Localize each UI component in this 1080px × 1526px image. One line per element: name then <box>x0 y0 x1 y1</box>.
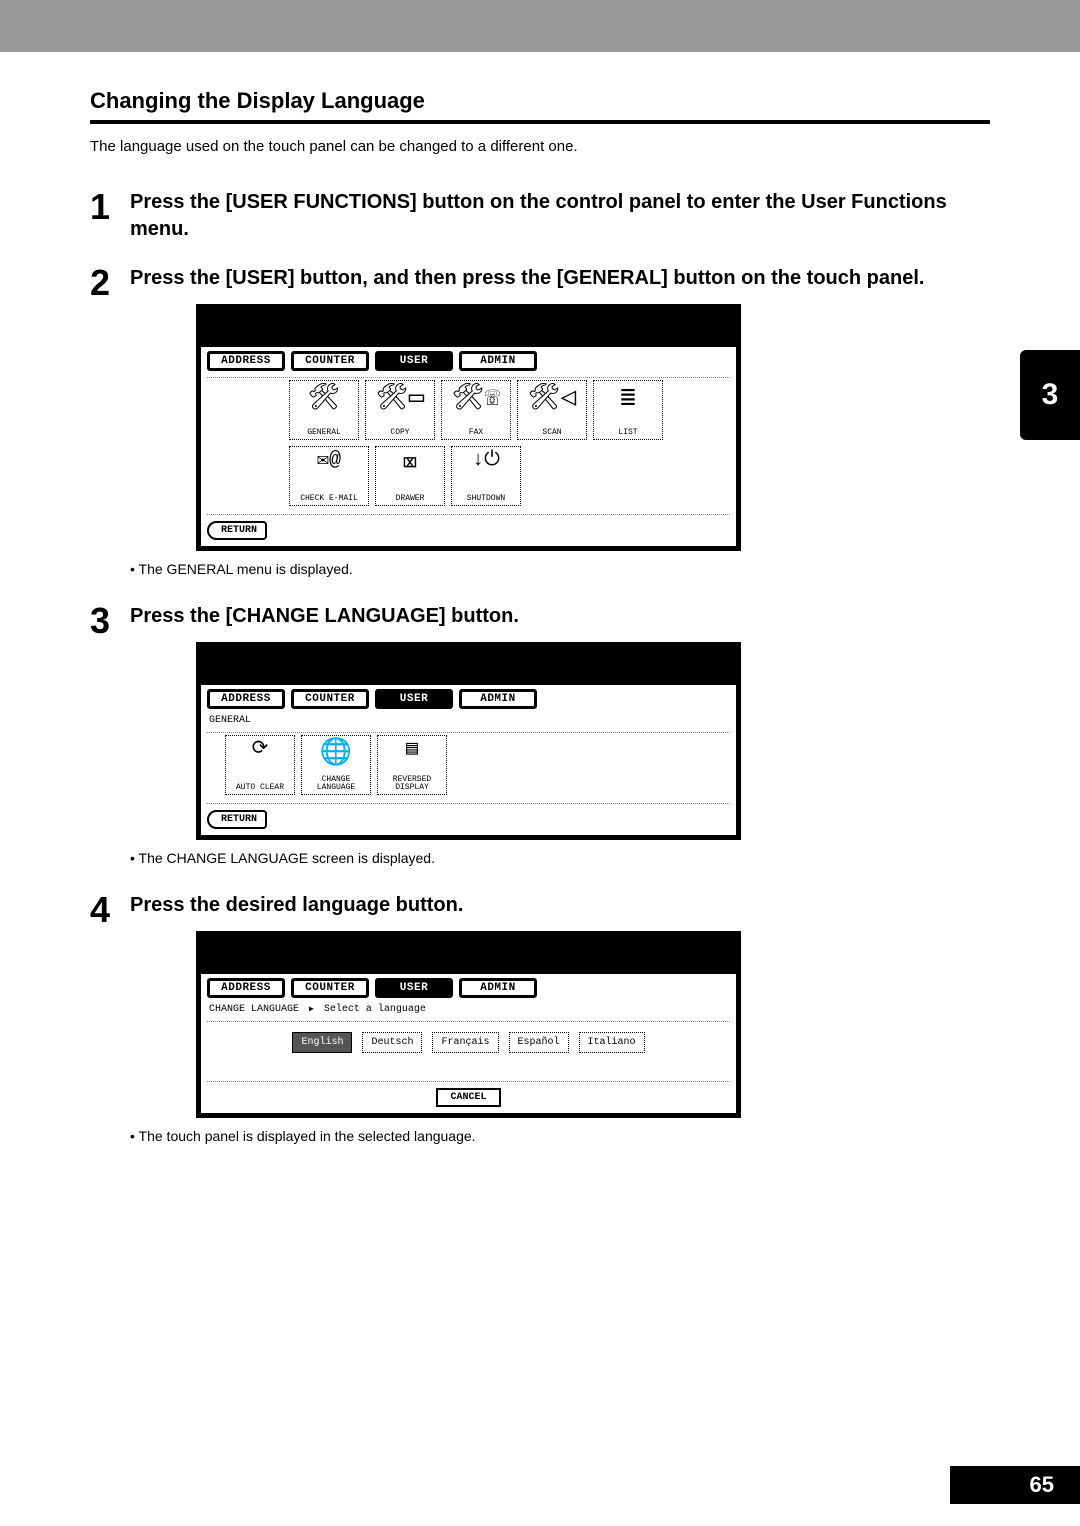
intro-text: The language used on the touch panel can… <box>90 138 990 155</box>
step-number: 1 <box>90 189 130 255</box>
auto-clear-icon: ⟳ <box>252 740 269 760</box>
fax-button[interactable]: 🛠︎☏ FAX <box>441 380 511 440</box>
icon-label: FAX <box>469 429 483 437</box>
touch-panel-screenshot-1: ADDRESS COUNTER USER ADMIN 🛠︎ GENERAL 🛠︎… <box>196 304 741 551</box>
header-gap <box>0 52 1080 88</box>
change-language-button[interactable]: 🌐 CHANGE LANGUAGE <box>301 735 371 795</box>
email-icon: ✉@ <box>317 451 341 471</box>
wrench-doc-icon: 🛠︎▭ <box>376 385 425 411</box>
tab-admin[interactable]: ADMIN <box>459 978 537 998</box>
general-button[interactable]: 🛠︎ GENERAL <box>289 380 359 440</box>
step-2: 2 Press the [USER] button, and then pres… <box>90 265 990 593</box>
tab-counter[interactable]: COUNTER <box>291 351 369 371</box>
step-text: Press the [USER] button, and then press … <box>130 265 990 292</box>
icon-label: SCAN <box>542 429 561 437</box>
language-francais-button[interactable]: Français <box>432 1032 498 1053</box>
shutdown-icon: ↓⏻ <box>472 451 500 471</box>
return-button[interactable]: RETURN <box>207 521 267 540</box>
list-icon: ≣ <box>620 385 636 411</box>
page-number: 65 <box>950 1466 1080 1504</box>
sub-heading: GENERAL <box>209 715 730 726</box>
auto-clear-button[interactable]: ⟳ AUTO CLEAR <box>225 735 295 795</box>
tab-admin[interactable]: ADMIN <box>459 351 537 371</box>
tab-address[interactable]: ADDRESS <box>207 351 285 371</box>
step-text: Press the [USER FUNCTIONS] button on the… <box>130 189 990 243</box>
language-espanol-button[interactable]: Español <box>509 1032 569 1053</box>
tab-user[interactable]: USER <box>375 978 453 998</box>
globe-icon: 🌐 <box>320 740 352 766</box>
wrench-phone-icon: 🛠︎☏ <box>452 385 501 411</box>
copy-button[interactable]: 🛠︎▭ COPY <box>365 380 435 440</box>
touch-panel-screenshot-3: ADDRESS COUNTER USER ADMIN CHANGE LANGUA… <box>196 931 741 1118</box>
step-note: The touch panel is displayed in the sele… <box>130 1128 990 1144</box>
icon-grid: 🛠︎ GENERAL 🛠︎▭ COPY 🛠︎☏ FAX 🛠︎◁ <box>207 377 730 515</box>
icon-label: DRAWER <box>396 495 425 503</box>
icon-label: LIST <box>618 429 637 437</box>
step-note: The GENERAL menu is displayed. <box>130 561 990 577</box>
reversed-display-button[interactable]: ▤ REVERSED DISPLAY <box>377 735 447 795</box>
drawer-icon: ⌧ <box>402 451 418 477</box>
breadcrumb-title: CHANGE LANGUAGE <box>209 1004 299 1015</box>
wrench-scan-icon: 🛠︎◁ <box>528 385 577 411</box>
icon-label: SHUTDOWN <box>467 495 505 503</box>
step-text: Press the [CHANGE LANGUAGE] button. <box>130 603 990 630</box>
drawer-button[interactable]: ⌧ DRAWER <box>375 446 445 506</box>
cancel-button[interactable]: CANCEL <box>436 1088 500 1107</box>
tab-user[interactable]: USER <box>375 689 453 709</box>
step-4: 4 Press the desired language button. ADD… <box>90 892 990 1160</box>
tab-address[interactable]: ADDRESS <box>207 978 285 998</box>
breadcrumb: CHANGE LANGUAGE Select a language <box>209 1004 730 1015</box>
section-title: Changing the Display Language <box>90 88 990 124</box>
return-button[interactable]: RETURN <box>207 810 267 829</box>
step-text: Press the desired language button. <box>130 892 990 919</box>
top-gray-bar <box>0 0 1080 52</box>
chevron-right-icon <box>305 1004 318 1015</box>
tab-admin[interactable]: ADMIN <box>459 689 537 709</box>
tab-row: ADDRESS COUNTER USER ADMIN <box>207 978 730 998</box>
icon-label: AUTO CLEAR <box>236 784 284 792</box>
language-italiano-button[interactable]: Italiano <box>579 1032 645 1053</box>
step-number: 3 <box>90 603 130 882</box>
reversed-display-icon: ▤ <box>406 740 418 760</box>
tab-counter[interactable]: COUNTER <box>291 978 369 998</box>
tab-address[interactable]: ADDRESS <box>207 689 285 709</box>
check-email-button[interactable]: ✉@ CHECK E-MAIL <box>289 446 369 506</box>
tab-row: ADDRESS COUNTER USER ADMIN <box>207 689 730 709</box>
step-number: 2 <box>90 265 130 593</box>
icon-label: GENERAL <box>307 429 341 437</box>
shutdown-button[interactable]: ↓⏻ SHUTDOWN <box>451 446 521 506</box>
icon-label: COPY <box>390 429 409 437</box>
language-english-button[interactable]: English <box>292 1032 352 1053</box>
icon-label: REVERSED DISPLAY <box>393 776 431 792</box>
language-row: English Deutsch Français Español Italian… <box>207 1021 730 1082</box>
tab-user[interactable]: USER <box>375 351 453 371</box>
scan-button[interactable]: 🛠︎◁ SCAN <box>517 380 587 440</box>
icon-grid: ⟳ AUTO CLEAR 🌐 CHANGE LANGUAGE ▤ REVERSE… <box>207 732 730 804</box>
breadcrumb-prompt: Select a language <box>324 1004 426 1015</box>
wrench-papers-icon: 🛠︎ <box>307 385 340 411</box>
icon-label: CHECK E-MAIL <box>300 495 358 503</box>
tab-counter[interactable]: COUNTER <box>291 689 369 709</box>
icon-label: CHANGE LANGUAGE <box>317 776 355 792</box>
touch-panel-screenshot-2: ADDRESS COUNTER USER ADMIN GENERAL ⟳ AUT… <box>196 642 741 840</box>
step-3: 3 Press the [CHANGE LANGUAGE] button. AD… <box>90 603 990 882</box>
language-deutsch-button[interactable]: Deutsch <box>362 1032 422 1053</box>
list-button[interactable]: ≣ LIST <box>593 380 663 440</box>
step-note: The CHANGE LANGUAGE screen is displayed. <box>130 850 990 866</box>
tab-row: ADDRESS COUNTER USER ADMIN <box>207 351 730 371</box>
step-number: 4 <box>90 892 130 1160</box>
chapter-tab: 3 <box>1020 350 1080 440</box>
step-1: 1 Press the [USER FUNCTIONS] button on t… <box>90 189 990 255</box>
